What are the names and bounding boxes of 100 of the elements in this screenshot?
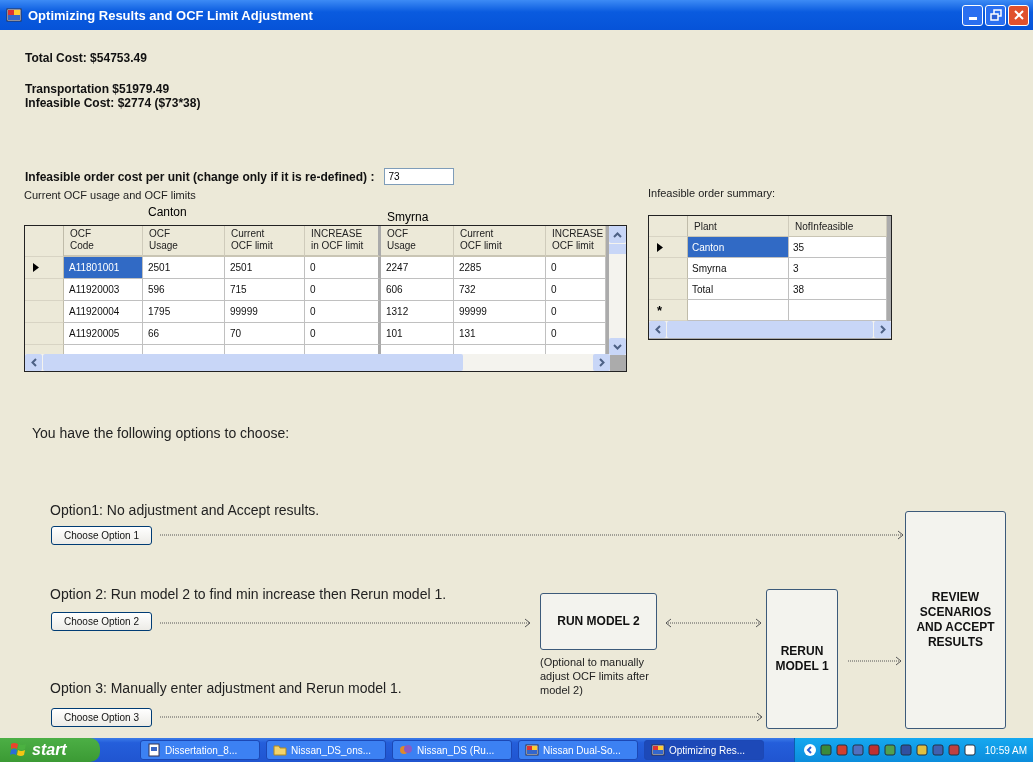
table-cell[interactable]: 0 — [546, 323, 606, 345]
scroll-thumb[interactable] — [43, 354, 463, 371]
option-description: Option 3: Manually enter adjustment and Rerun model 1. — [50, 680, 402, 696]
table-cell[interactable]: 1795 — [143, 301, 225, 323]
column-header[interactable]: Current OCF limit — [454, 226, 546, 257]
tray-icon[interactable] — [962, 743, 977, 757]
table-cell[interactable]: A11920005 — [64, 323, 143, 345]
table-cell[interactable]: 35 — [789, 237, 887, 258]
table-cell[interactable]: Smyrna — [688, 258, 789, 279]
table-cell[interactable] — [381, 345, 454, 355]
scroll-thumb[interactable] — [609, 244, 626, 254]
column-header[interactable]: INCREASE OCF limit — [546, 226, 606, 257]
tray-icon[interactable] — [882, 743, 897, 757]
table-cell[interactable] — [64, 345, 143, 355]
windows-flag-icon — [10, 742, 28, 758]
column-header[interactable]: INCREASE in OCF limit — [305, 226, 381, 257]
table-cell[interactable]: 0 — [305, 301, 381, 323]
table-cell[interactable]: 596 — [143, 279, 225, 301]
option-description: Option1: No adjustment and Accept results. — [50, 502, 320, 518]
table-cell[interactable]: 0 — [305, 257, 381, 279]
table-cell[interactable]: 0 — [546, 301, 606, 323]
table-cell[interactable] — [789, 300, 887, 321]
row-header[interactable] — [649, 237, 688, 258]
horizontal-scrollbar[interactable] — [25, 354, 610, 371]
column-header[interactable]: Plant — [688, 216, 789, 237]
table-cell[interactable]: 0 — [546, 257, 606, 279]
run-model-2-button[interactable]: RUN MODEL 2 — [540, 593, 657, 650]
total-cost-text: Total Cost: $54753.49 — [25, 51, 148, 65]
scroll-right-button[interactable] — [593, 354, 610, 371]
tray-icon[interactable] — [834, 743, 849, 757]
table-cell[interactable]: 1312 — [381, 301, 454, 323]
column-header[interactable]: Current OCF limit — [225, 226, 305, 257]
table-cell[interactable] — [305, 345, 381, 355]
table-cell[interactable]: 2501 — [225, 257, 305, 279]
table-cell[interactable]: 99999 — [225, 301, 305, 323]
taskbar-button[interactable]: Nissan_DS_ons... — [266, 740, 386, 760]
table-cell[interactable]: 0 — [546, 279, 606, 301]
table-cell[interactable]: 0 — [305, 279, 381, 301]
scroll-left-button[interactable] — [25, 354, 42, 371]
table-cell[interactable]: 732 — [454, 279, 546, 301]
scroll-down-icon — [613, 343, 622, 350]
scroll-down-button[interactable] — [609, 338, 626, 355]
cost-field-label: Infeasible order cost per unit (change only if it is re-defined) : — [25, 169, 375, 184]
scroll-right-button[interactable] — [874, 321, 891, 338]
column-header[interactable]: OCF Usage — [381, 226, 454, 257]
minimize-button[interactable] — [962, 4, 983, 26]
table-cell[interactable]: 2247 — [381, 257, 454, 279]
table-cell[interactable]: 99999 — [454, 301, 546, 323]
scroll-up-icon — [613, 231, 622, 238]
scroll-left-button[interactable] — [649, 321, 666, 338]
table-cell[interactable] — [454, 345, 546, 355]
table-cell[interactable]: 715 — [225, 279, 305, 301]
table-cell[interactable]: A11920004 — [64, 301, 143, 323]
tray-icon[interactable] — [930, 743, 945, 757]
scroll-up-button[interactable] — [609, 226, 626, 243]
restore-button[interactable] — [985, 4, 1006, 26]
table-cell[interactable]: Total — [688, 279, 789, 300]
table-cell[interactable]: 606 — [381, 279, 454, 301]
taskbar-button[interactable]: Dissertation_8... — [140, 740, 260, 760]
review-results-button[interactable]: REVIEW SCENARIOS AND ACCEPT RESULTS — [905, 511, 1006, 729]
choose-option-button[interactable]: Choose Option 2 — [51, 612, 152, 631]
column-header[interactable]: NofInfeasible — [789, 216, 887, 237]
table-cell[interactable]: 38 — [789, 279, 887, 300]
table-cell[interactable]: 131 — [454, 323, 546, 345]
table-cell[interactable]: 3 — [789, 258, 887, 279]
choose-option-button[interactable]: Choose Option 3 — [51, 708, 152, 727]
tray-expand-icon[interactable] — [802, 743, 817, 757]
column-header[interactable]: OCF Usage — [143, 226, 225, 257]
table-cell[interactable] — [143, 345, 225, 355]
table-cell[interactable]: 101 — [381, 323, 454, 345]
cost-input-field[interactable]: 73 — [384, 168, 455, 185]
table-cell[interactable]: 2285 — [454, 257, 546, 279]
table-cell[interactable]: 66 — [143, 323, 225, 345]
choose-option-button[interactable]: Choose Option 1 — [51, 526, 152, 545]
column-header[interactable]: OCF Code — [64, 226, 143, 257]
table-cell[interactable] — [546, 345, 606, 355]
app-icon — [525, 743, 539, 757]
table-cell[interactable]: A11920003 — [64, 279, 143, 301]
taskbar-button[interactable]: Nissan_DS (Ru... — [392, 740, 512, 760]
tray-icon[interactable] — [818, 743, 833, 757]
taskbar-button[interactable]: Nissan Dual-So... — [518, 740, 638, 760]
table-cell[interactable]: 70 — [225, 323, 305, 345]
table-cell[interactable]: A11801001 — [64, 257, 143, 279]
options-prompt: You have the following options to choose: — [32, 425, 290, 441]
tray-icon[interactable] — [850, 743, 865, 757]
close-button[interactable] — [1008, 4, 1029, 26]
row-header[interactable] — [25, 257, 64, 279]
rerun-model-1-button[interactable]: RERUN MODEL 1 — [766, 589, 838, 729]
table-cell[interactable]: Canton — [688, 237, 789, 258]
table-cell[interactable]: 0 — [305, 323, 381, 345]
tray-icon[interactable] — [866, 743, 881, 757]
table-cell[interactable] — [225, 345, 305, 355]
row-header[interactable]: * — [649, 300, 688, 321]
tray-icon[interactable] — [914, 743, 929, 757]
table-cell[interactable] — [688, 300, 789, 321]
taskbar-button[interactable]: Optimizing Res... — [644, 740, 764, 760]
vertical-scrollbar[interactable] — [609, 226, 626, 355]
tray-icon[interactable] — [898, 743, 913, 757]
table-cell[interactable]: 2501 — [143, 257, 225, 279]
tray-icon[interactable] — [946, 743, 961, 757]
